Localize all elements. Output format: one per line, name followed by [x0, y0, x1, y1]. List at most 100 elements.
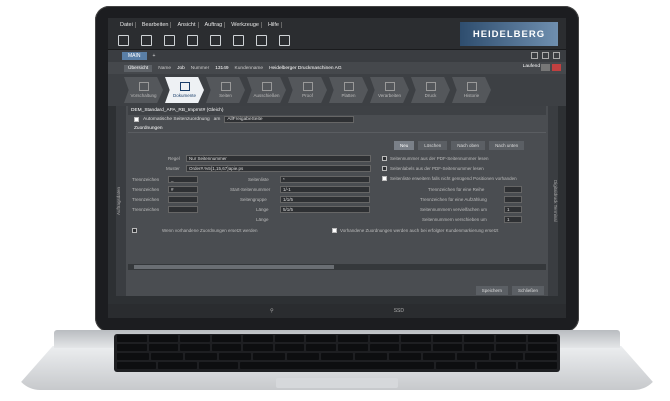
stop-icon[interactable] [552, 64, 561, 71]
delete-button[interactable]: Löschen [418, 141, 448, 150]
pdf-pagenum-label: Seitennummer aus der PDF-Seitennummer le… [390, 156, 489, 161]
job-info-bar: Übersicht Name Job Nummer 13149 Kundenna… [108, 62, 566, 74]
replace-label: Wenn vorhandene Zuordnungen ersetzt werd… [162, 228, 258, 233]
save-button[interactable]: Speichern [475, 286, 508, 295]
job-control-buttons [541, 64, 561, 71]
step-verarbeiten[interactable]: Verarbeiten [370, 77, 409, 103]
overview-button[interactable]: Übersicht [124, 64, 153, 72]
length-label-1: Länge [256, 207, 269, 212]
document-icon[interactable] [164, 35, 175, 46]
horizontal-scrollbar[interactable] [128, 264, 546, 270]
add-tab-button[interactable]: + [153, 53, 156, 59]
shift-field[interactable]: 1 [504, 216, 522, 223]
page-group-label: Seitengruppe [240, 197, 267, 202]
nav-back-icon[interactable] [531, 52, 538, 59]
sep-field-2[interactable]: # [168, 186, 198, 193]
pages-icon [220, 82, 231, 91]
menu-bearbeiten[interactable]: Bearbeiten [140, 22, 172, 28]
right-side-tab[interactable]: Digitaldruck Terminal [548, 106, 558, 296]
new-button[interactable]: Neu [394, 141, 415, 150]
page-list-field[interactable]: * [280, 176, 370, 183]
step-vorschaltung[interactable]: Vorschaltung [124, 77, 163, 103]
extend-list-checkbox[interactable] [382, 176, 387, 181]
enum-sep-field[interactable] [504, 196, 522, 203]
sep-label-3: Trennzeichen [132, 197, 160, 202]
status-bar: ⚲ SSD [108, 304, 566, 318]
replace-customer-checkbox[interactable] [332, 228, 337, 233]
scroll-thumb[interactable] [134, 265, 334, 269]
step-label: Druck [424, 93, 437, 98]
step-label: Dokumente [172, 93, 196, 98]
rule-select[interactable]: Nur Seitennummer [186, 155, 371, 162]
report-icon[interactable] [279, 35, 290, 46]
menu-ansicht[interactable]: Ansicht [175, 22, 199, 28]
pattern-field[interactable]: Order#.%5{1,15,67}apie.ps [186, 165, 371, 172]
row-sep-label: Trennzeichen für eine Reihe [428, 187, 485, 192]
step-label: Proof [302, 93, 313, 98]
step-label: Ausschießen [253, 93, 280, 98]
page-list-label: Seitenliste [248, 177, 269, 182]
step-historie[interactable]: Historie [452, 77, 491, 103]
length-field-1[interactable]: 5/1/5 [280, 206, 370, 213]
laptop-mockup: Datei Bearbeiten Ansicht Auftrag Werkzeu… [0, 0, 670, 401]
new-job-icon[interactable] [118, 35, 129, 46]
auto-assign-label: Automatische Seitenzuordnung [143, 117, 210, 122]
plates-icon [343, 82, 354, 91]
extend-list-label: Seitenliste erweitern falls nicht genüge… [390, 176, 517, 181]
main-area: Auftragsdaten Digitaldruck Terminal DEM_… [116, 106, 558, 318]
close-button[interactable]: Schließen [511, 286, 544, 295]
length-label-2: Länge [256, 217, 269, 222]
play-icon[interactable] [541, 64, 550, 71]
sep-field-1[interactable]: _ [168, 176, 198, 183]
start-page-field[interactable]: 1/-1 [280, 186, 370, 193]
step-label: Seiten [219, 93, 232, 98]
multiply-field[interactable]: 1 [504, 206, 522, 213]
replace-checkbox[interactable] [132, 228, 137, 233]
name-label: Name [158, 65, 172, 71]
trackpad [276, 378, 398, 388]
history-icon [466, 82, 477, 91]
step-proof[interactable]: Proof [288, 77, 327, 103]
building-icon[interactable] [141, 35, 152, 46]
am-select[interactable]: AllFreigabeSeite [224, 116, 355, 123]
menu-hilfe[interactable]: Hilfe [266, 22, 282, 28]
press-icon [425, 82, 436, 91]
page-group-field[interactable]: 1/1/5 [280, 196, 370, 203]
tab-main[interactable]: MAIN [122, 52, 147, 60]
move-up-button[interactable]: Nach oben [451, 141, 486, 150]
dialog-buttons: Speichern Schließen [475, 286, 544, 295]
app-window: Datei Bearbeiten Ansicht Auftrag Werkzeu… [108, 18, 566, 318]
sep-label-2: Trennzeichen [132, 187, 160, 192]
step-seiten[interactable]: Seiten [206, 77, 245, 103]
left-side-tab[interactable]: Auftragsdaten [116, 106, 126, 296]
export-icon[interactable] [233, 35, 244, 46]
window-icon[interactable] [553, 52, 560, 59]
replace-customer-label: Vorhandene Zuordnungen werden auch bei e… [340, 228, 499, 233]
imposition-icon [261, 82, 272, 91]
sep-field-4[interactable] [168, 206, 198, 213]
menu-datei[interactable]: Datei [118, 22, 136, 28]
keyboard [114, 334, 560, 372]
move-down-button[interactable]: Nach unten [489, 141, 525, 150]
step-druck[interactable]: Druck [411, 77, 450, 103]
transfer-icon[interactable] [187, 35, 198, 46]
menu-auftrag[interactable]: Auftrag [203, 22, 226, 28]
status-right-text: SSD [393, 308, 404, 314]
menu-werkzeuge[interactable]: Werkzeuge [229, 22, 262, 28]
status-left-icon: ⚲ [270, 308, 274, 314]
sep-field-3[interactable] [168, 196, 198, 203]
enum-sep-label: Trennzeichen für eine Aufzählung [420, 197, 487, 202]
print-icon[interactable] [210, 35, 221, 46]
nav-forward-icon[interactable] [542, 52, 549, 59]
documents-icon [179, 82, 190, 91]
step-platten[interactable]: Platten [329, 77, 368, 103]
row-sep-field[interactable] [504, 186, 522, 193]
pdf-labels-checkbox[interactable] [382, 166, 387, 171]
step-dokumente[interactable]: Dokumente [165, 77, 204, 103]
step-ausschiessen[interactable]: Ausschießen [247, 77, 286, 103]
pdf-pagenum-checkbox[interactable] [382, 156, 387, 161]
pages-icon[interactable] [256, 35, 267, 46]
auto-assign-checkbox[interactable] [134, 117, 139, 122]
sep-label-4: Trennzeichen [132, 207, 160, 212]
auto-assign-row: Automatische Seitenzuordnung am AllFreig… [128, 115, 546, 124]
